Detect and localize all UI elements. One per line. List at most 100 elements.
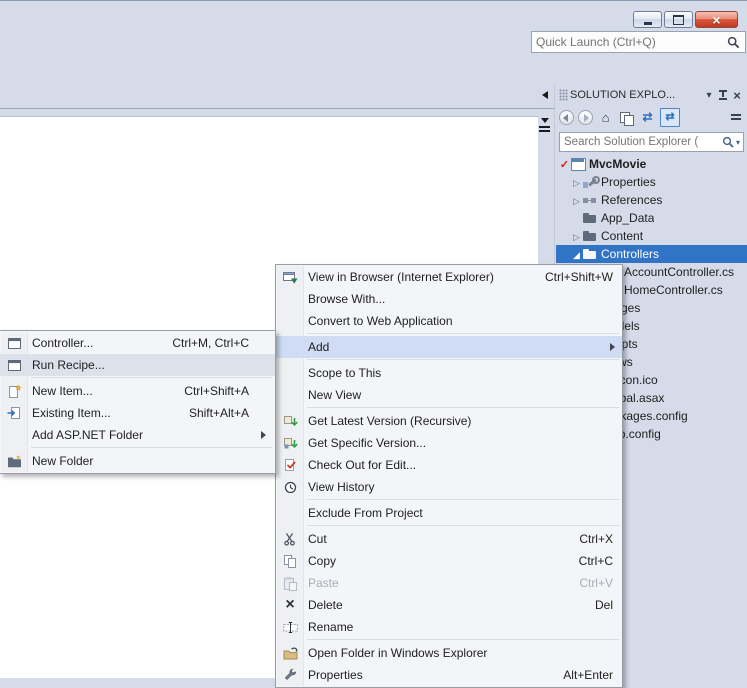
menu-item-view-history[interactable]: View History <box>276 476 622 498</box>
menu-separator <box>307 407 619 408</box>
new-item-icon <box>0 384 28 399</box>
menu-item-check-out-for-edit[interactable]: Check Out for Edit... <box>276 454 622 476</box>
menu-item-label: Delete <box>308 598 343 612</box>
wrench-icon <box>276 668 304 683</box>
menu-item-get-specific-version[interactable]: Get Specific Version... <box>276 432 622 454</box>
menu-item-label: Existing Item... <box>32 406 111 420</box>
solution-search-input[interactable] <box>564 136 722 148</box>
chevron-collapsed-icon[interactable] <box>571 193 582 207</box>
folder-icon <box>582 228 598 244</box>
check-out-icon <box>276 458 304 473</box>
menu-item-scope-to-this[interactable]: Scope to This <box>276 362 622 384</box>
menu-item-delete[interactable]: Delete Del <box>276 594 622 616</box>
add-submenu: Controller... Ctrl+M, Ctrl+C Run Recipe.… <box>0 330 276 474</box>
close-icon[interactable] <box>730 88 744 102</box>
scissors-icon <box>276 532 304 547</box>
menu-item-open-folder-in-windows-explorer[interactable]: Open Folder in Windows Explorer <box>276 642 622 664</box>
submenu-item-new-item[interactable]: New Item... Ctrl+Shift+A <box>0 380 275 402</box>
menu-separator <box>307 359 619 360</box>
menu-separator <box>31 447 272 448</box>
pin-icon[interactable] <box>716 88 730 102</box>
menu-item-label: Get Latest Version (Recursive) <box>308 414 472 428</box>
refresh-button[interactable] <box>639 109 656 126</box>
browser-icon <box>276 270 304 285</box>
maximize-button[interactable] <box>664 11 693 28</box>
get-specific-version-icon <box>276 436 304 451</box>
submenu-arrow-icon <box>610 343 615 351</box>
submenu-item-run-recipe[interactable]: Run Recipe... <box>0 354 275 376</box>
menu-item-properties[interactable]: Properties Alt+Enter <box>276 664 622 686</box>
folder-icon <box>582 210 598 226</box>
home-button[interactable] <box>597 109 614 126</box>
menu-item-label: New Item... <box>32 384 93 398</box>
submenu-item-new-folder[interactable]: New Folder <box>0 450 275 472</box>
sync-with-active-document-button[interactable] <box>660 107 680 127</box>
tree-item-app-data[interactable]: App_Data <box>556 209 747 227</box>
csharp-project-icon <box>570 156 586 172</box>
new-folder-icon <box>0 454 28 469</box>
menu-item-view-in-browser[interactable]: View in Browser (Internet Explorer) Ctrl… <box>276 266 622 288</box>
forward-button[interactable] <box>578 109 593 125</box>
tree-item-properties[interactable]: Properties <box>556 173 747 191</box>
menu-item-rename[interactable]: Rename <box>276 616 622 638</box>
folder-open-icon <box>582 246 598 262</box>
solution-explorer-search-box[interactable]: ▾ <box>559 132 744 152</box>
menu-item-shortcut: Ctrl+M, Ctrl+C <box>172 336 249 350</box>
submenu-item-existing-item[interactable]: Existing Item... Shift+Alt+A <box>0 402 275 424</box>
menu-item-label: Copy <box>308 554 337 568</box>
menu-item-shortcut: Ctrl+Shift+A <box>184 384 249 398</box>
menu-item-label: Rename <box>308 620 354 634</box>
menu-item-get-latest-version[interactable]: Get Latest Version (Recursive) <box>276 410 622 432</box>
tree-item-label: Controllers <box>601 247 660 261</box>
existing-item-icon <box>0 406 28 421</box>
menu-separator <box>307 499 619 500</box>
copy-icon <box>276 554 304 569</box>
quick-launch-box[interactable] <box>531 31 746 53</box>
menu-separator <box>307 525 619 526</box>
source-control-check-icon <box>559 157 570 171</box>
menu-item-cut[interactable]: Cut Ctrl+X <box>276 528 622 550</box>
close-button[interactable] <box>695 11 738 28</box>
menu-item-convert-to-web-application[interactable]: Convert to Web Application <box>276 310 622 332</box>
drag-grip-icon[interactable] <box>559 89 568 101</box>
search-options-caret-icon[interactable]: ▾ <box>736 138 740 147</box>
delete-x-icon <box>276 597 304 613</box>
menu-item-new-view[interactable]: New View <box>276 384 622 406</box>
chevron-collapsed-icon[interactable] <box>571 229 582 243</box>
minimize-button[interactable] <box>633 11 662 28</box>
rename-icon <box>276 620 304 635</box>
chevron-expanded-icon[interactable] <box>571 247 582 261</box>
submenu-item-controller[interactable]: Controller... Ctrl+M, Ctrl+C <box>0 332 275 354</box>
tree-item-controllers[interactable]: Controllers <box>556 245 747 263</box>
toolbar-overflow-icon[interactable] <box>542 91 548 99</box>
menu-item-exclude-from-project[interactable]: Exclude From Project <box>276 502 622 524</box>
toolbar-options-button[interactable] <box>727 109 744 126</box>
menu-item-shortcut: Del <box>594 598 613 612</box>
solution-explorer-toolbar <box>556 105 747 129</box>
menu-item-label: New View <box>308 388 362 402</box>
toolbar-divider <box>0 108 554 109</box>
tree-item-mvcmovie[interactable]: MvcMovie <box>556 155 747 173</box>
submenu-item-add-aspnet-folder[interactable]: Add ASP.NET Folder <box>0 424 275 446</box>
tree-item-references[interactable]: References <box>556 191 747 209</box>
window-position-button[interactable] <box>702 88 716 102</box>
chevron-collapsed-icon[interactable] <box>571 175 582 189</box>
quick-launch-input[interactable] <box>536 35 727 49</box>
tree-item-label: Properties <box>601 175 656 189</box>
menu-item-label: Convert to Web Application <box>308 314 453 328</box>
solution-explorer-titlebar[interactable]: SOLUTION EXPLO... <box>556 85 747 105</box>
tree-item-label: HomeController.cs <box>624 283 723 297</box>
menu-item-browse-with[interactable]: Browse With... <box>276 288 622 310</box>
menu-item-add[interactable]: Add <box>276 336 622 358</box>
tree-item-label: Content <box>601 229 644 243</box>
menu-item-copy[interactable]: Copy Ctrl+C <box>276 550 622 572</box>
menu-item-label: Cut <box>308 532 327 546</box>
editor-splitter-icon[interactable] <box>538 118 552 136</box>
panel-title: SOLUTION EXPLO... <box>570 89 676 101</box>
menu-item-label: Paste <box>308 576 339 590</box>
menu-item-paste[interactable]: Paste Ctrl+V <box>276 572 622 594</box>
menu-separator <box>307 639 619 640</box>
back-button[interactable] <box>559 109 574 125</box>
show-all-files-button[interactable] <box>618 109 635 126</box>
tree-item-content[interactable]: Content <box>556 227 747 245</box>
